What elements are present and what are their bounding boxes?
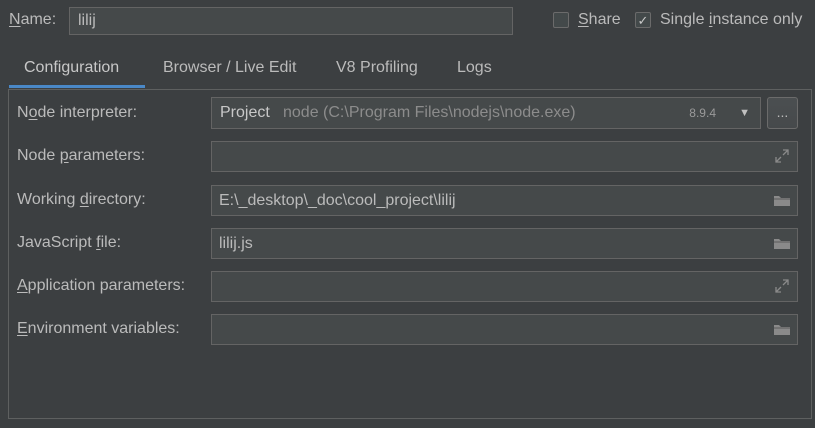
single-instance-label[interactable]: Single instance only xyxy=(660,11,802,29)
interpreter-version: 8.9.4 xyxy=(689,106,716,120)
checkmark-icon: ✓ xyxy=(637,12,649,28)
tab-browser-live-edit[interactable]: Browser / Live Edit xyxy=(163,59,296,77)
working-directory-label: Working directory: xyxy=(17,191,146,208)
folder-icon[interactable] xyxy=(773,322,791,336)
node-interpreter-select[interactable]: Project node (C:\Program Files\nodejs\no… xyxy=(211,97,761,129)
expand-icon[interactable] xyxy=(773,279,791,293)
name-input[interactable]: lilij xyxy=(69,7,513,35)
javascript-file-value: lilij.js xyxy=(219,235,253,252)
environment-variables-label: Environment variables: xyxy=(17,320,180,337)
tab-configuration[interactable]: Configuration xyxy=(24,59,119,77)
interpreter-project: Project xyxy=(220,104,270,121)
tab-logs[interactable]: Logs xyxy=(457,59,492,77)
application-parameters-input[interactable] xyxy=(211,271,798,302)
application-parameters-label: Application parameters: xyxy=(17,277,186,294)
javascript-file-input[interactable]: lilij.js xyxy=(211,228,798,259)
chevron-down-icon[interactable]: ▼ xyxy=(739,98,750,128)
node-interpreter-label: Node interpreter: xyxy=(17,104,138,121)
interpreter-path: node (C:\Program Files\nodejs\node.exe) xyxy=(283,104,576,121)
browse-interpreter-button[interactable]: ... xyxy=(767,97,798,129)
working-directory-input[interactable]: E:\_desktop\_doc\cool_project\lilij xyxy=(211,185,798,216)
node-parameters-label: Node parameters: xyxy=(17,147,146,164)
environment-variables-input[interactable] xyxy=(211,314,798,345)
javascript-file-label: JavaScript file: xyxy=(17,234,122,251)
share-checkbox[interactable] xyxy=(553,12,569,28)
expand-icon[interactable] xyxy=(773,149,791,163)
folder-icon[interactable] xyxy=(773,193,791,207)
name-label: Name: xyxy=(9,11,57,28)
folder-icon[interactable] xyxy=(773,236,791,250)
active-tab-indicator xyxy=(9,85,145,88)
single-instance-checkbox[interactable]: ✓ xyxy=(635,12,651,28)
tab-v8-profiling[interactable]: V8 Profiling xyxy=(336,59,418,77)
share-label[interactable]: Share xyxy=(578,11,621,29)
working-directory-value: E:\_desktop\_doc\cool_project\lilij xyxy=(219,192,456,209)
node-parameters-input[interactable] xyxy=(211,141,798,172)
